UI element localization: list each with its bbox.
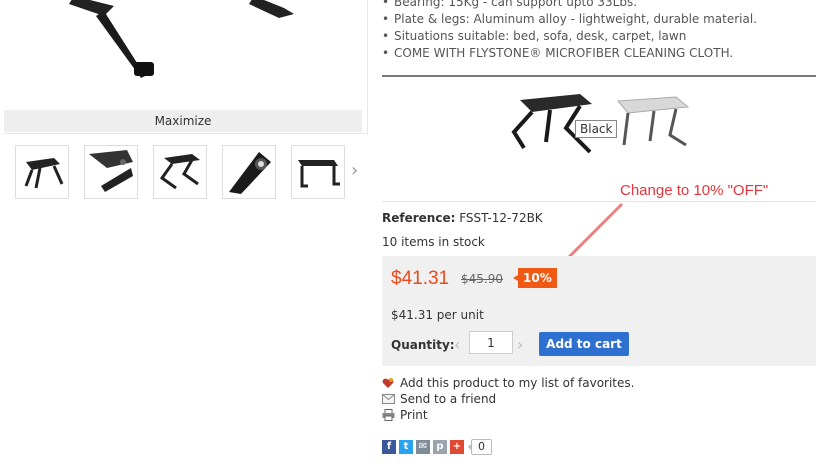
chevron-right-icon[interactable]: › <box>351 160 358 181</box>
reference-value: FSST-12-72BK <box>459 211 543 225</box>
email-icon[interactable]: ✉ <box>416 440 430 454</box>
send-to-friend-link[interactable]: Send to a friend <box>382 391 634 407</box>
variant-tooltip: Black <box>575 120 618 138</box>
thumbnail-5[interactable] <box>291 145 345 199</box>
stock-status: 10 items in stock <box>382 235 485 249</box>
quantity-increase-icon[interactable]: › <box>517 335 523 354</box>
feature-item: Bearing: 15Kg - can support upto 33Lbs. <box>382 0 822 11</box>
google-plus-icon[interactable]: + <box>450 440 464 454</box>
product-actions: Add this product to my list of favorites… <box>382 375 634 423</box>
thumbnail-4[interactable] <box>222 145 276 199</box>
thumbnail-2[interactable] <box>84 145 138 199</box>
variant-silver-swatch[interactable] <box>614 95 694 158</box>
quantity-decrease-icon[interactable]: ‹ <box>454 335 460 354</box>
social-share-bar: f t ✉ p + 0 <box>382 439 492 455</box>
twitter-icon[interactable]: t <box>399 440 413 454</box>
annotation-note: Change to 10% "OFF" <box>620 182 769 199</box>
printer-icon <box>382 409 396 421</box>
discount-badge: 10% <box>513 268 557 288</box>
section-divider <box>382 75 816 77</box>
feature-item: COME WITH FLYSTONE® MICROFIBER CLEANING … <box>382 45 822 62</box>
old-price: $45.90 <box>461 272 503 286</box>
thumbnail-3[interactable] <box>153 145 207 199</box>
print-link[interactable]: Print <box>382 407 634 423</box>
quantity-label: Quantity: <box>391 338 455 352</box>
favorites-label: Add this product to my list of favorites… <box>400 376 635 390</box>
facebook-icon[interactable]: f <box>382 440 396 454</box>
product-reference: Reference: FSST-12-72BK <box>382 211 543 225</box>
maximize-button[interactable]: Maximize <box>4 110 362 132</box>
pinterest-icon[interactable]: p <box>433 440 447 454</box>
quantity-input[interactable] <box>469 331 513 354</box>
laptop-table-image <box>69 0 294 78</box>
thumbnail-strip <box>15 145 360 199</box>
unit-price: $41.31 per unit <box>391 308 484 322</box>
share-count: 0 <box>468 439 492 455</box>
color-variants: Black <box>510 92 700 162</box>
thumbnail-1[interactable] <box>15 145 69 199</box>
price-box: $41.31 $45.90 10% $41.31 per unit Quanti… <box>382 256 816 366</box>
reference-label: Reference: <box>382 211 456 225</box>
add-to-favorites-link[interactable]: Add this product to my list of favorites… <box>382 375 634 391</box>
feature-item: Situations suitable: bed, sofa, desk, ca… <box>382 28 822 45</box>
envelope-icon <box>382 393 396 405</box>
feature-list: Bearing: 15Kg - can support upto 33Lbs. … <box>382 0 822 62</box>
send-friend-label: Send to a friend <box>400 392 497 406</box>
feature-item: Plate & legs: Aluminum alloy - lightweig… <box>382 11 822 28</box>
current-price: $41.31 <box>391 268 450 289</box>
add-to-cart-button[interactable]: Add to cart <box>539 332 629 356</box>
heart-icon <box>382 377 396 389</box>
print-label: Print <box>400 408 428 422</box>
